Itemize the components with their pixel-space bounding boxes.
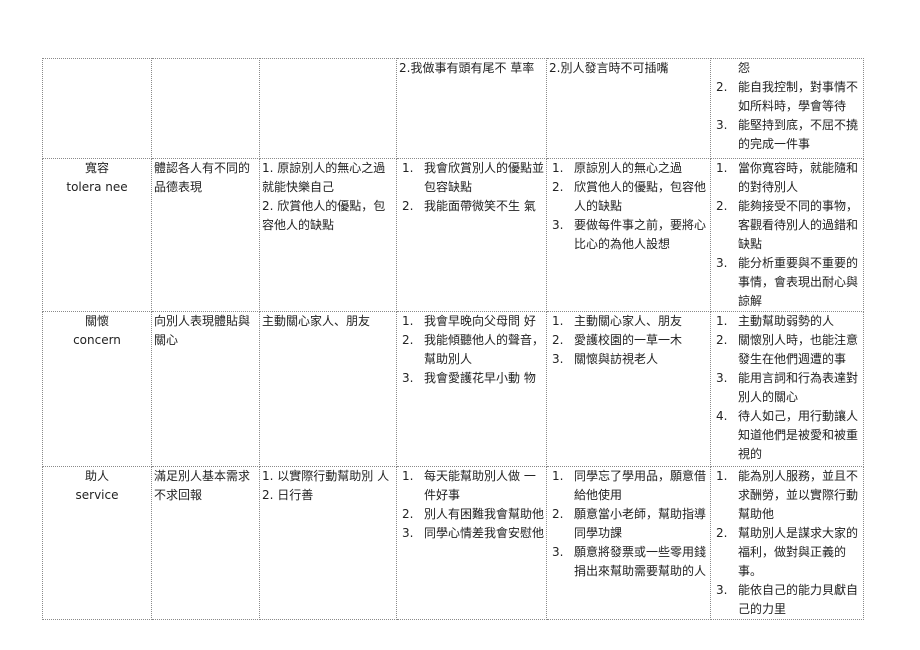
col4-list: 1. 我會欣賞別人的優點並包容缺點 2. 我能面帶微笑不生 氣	[399, 160, 545, 217]
list-item: 2. 能自我控制，對事情不如所料時，學會等待	[716, 80, 859, 113]
col4-cell: 1. 我會早晚向父母問 好 2. 我能傾聽他人的聲音，幫助別人 3. 我會愛護花早小動…	[396, 311, 547, 467]
list-item: 2. 願意當小老師，幫助指導同學功課	[552, 507, 707, 540]
list-item: 2. 幫助別人是謀求大家的福利，做對與正義的事。	[716, 526, 859, 578]
col6-list: 2. 能自我控制，對事情不如所料時，學會等待 3. 能堅持到底，不屈不撓的完成一件事	[713, 78, 861, 154]
list-item: 4. 待人如己，用行動讓人知道他們是被愛和被重視的	[716, 409, 859, 461]
col5-cell: 1. 原諒別人的無心之過 2. 欣賞他人的優點，包容他人的缺點 3. 要做每件事之前，…	[546, 158, 711, 312]
virtue-en: service	[75, 488, 119, 502]
col6-continuation: 怨	[738, 61, 751, 75]
list-item: 3. 要做每件事之前，要將心比心的為他人設想	[552, 218, 707, 251]
col4-list: 1. 我會早晚向父母問 好 2. 我能傾聽他人的聲音，幫助別人 3. 我會愛護花早小動…	[399, 313, 545, 389]
list-item: 3. 能堅持到底，不屈不撓的完成一件事	[716, 118, 859, 151]
list-item: 2. 別人有困難我會幫助他	[402, 507, 545, 521]
virtue-en: concern	[73, 333, 121, 347]
col6-cell: 1. 能為別人服務，並且不求酬勞，並以實際行動幫助他 2. 幫助別人是謀求大家的福利…	[710, 466, 864, 620]
col5-list: 1. 主動關心家人、朋友 2. 愛護校園的一草一木 3. 關懷與訪視老人	[549, 313, 708, 370]
col6-list: 1. 主動幫助弱勢的人 2. 關懷別人時，也能注意發生在他們週遭的事 3. 能用言詞和…	[713, 313, 861, 465]
list-item: 3. 能用言詞和行為表達對別人的關心	[716, 371, 859, 404]
col5-cell: 1. 主動關心家人、朋友 2. 愛護校園的一草一木 3. 關懷與訪視老人	[546, 311, 711, 467]
list-item: 1. 主動關心家人、朋友	[552, 314, 683, 328]
definition-text: 滿足別人基本需求不求回報	[154, 469, 251, 502]
definition-cell: 向別人表現體貼與關心	[151, 311, 260, 467]
virtue-table: 2.我做事有頭有尾不 草率 2.別人發言時不可插嘴 怨 2. 能自我控制，對事情不…	[42, 58, 864, 620]
col5-cell: 1. 同學忘了學用品，願意借給他使用 2. 願意當小老師，幫助指導同學功課 3. 願意…	[546, 466, 711, 620]
goals-cell: 1. 原諒別人的無心之過就能快樂自己 2. 欣賞他人的優點，包容他人的缺點	[259, 158, 397, 312]
goals-cell: 1. 以實際行動幫助別 人 2. 日行善	[259, 466, 397, 620]
virtue-cell: 助人 service	[42, 466, 152, 620]
goal-item: 2. 欣賞他人的優點，包容他人的缺點	[262, 199, 386, 232]
list-item: 1. 我會欣賞別人的優點並包容缺點	[402, 161, 545, 194]
col6-list: 1. 當你寬容時，就能隨和的對待別人 2. 能夠接受不同的事物，客觀看待別人的過錯和…	[713, 160, 861, 311]
col5-text: 2.別人發言時不可插嘴	[549, 61, 669, 75]
list-item: 2. 我能面帶微笑不生 氣	[402, 199, 536, 213]
virtue-cell: 寬容 tolera nee	[42, 158, 152, 312]
goal-item: 主動關心家人、朋友	[262, 314, 371, 328]
list-item: 2. 欣賞他人的優點，包容他人的缺點	[552, 180, 707, 213]
table-row-service: 助人 service 滿足別人基本需求不求回報 1. 以實際行動幫助別 人 2.…	[42, 466, 864, 620]
table-row-tolerance: 寬容 tolera nee 體認各人有不同的品德表現 1. 原諒別人的無心之過就…	[42, 158, 864, 312]
table-row-concern: 關懷 concern 向別人表現體貼與關心 主動關心家人、朋友 1. 我會早晚向父…	[42, 311, 864, 467]
col5-cell: 2.別人發言時不可插嘴	[546, 58, 711, 159]
definition-text: 體認各人有不同的品德表現	[154, 161, 251, 194]
list-item: 1. 每天能幫助別人做 一件好事	[402, 469, 536, 502]
list-item: 3. 能依自己的能力貝獻自己的力里	[716, 583, 859, 616]
list-item: 1. 同學忘了學用品，願意借給他使用	[552, 469, 707, 502]
goal-item: 1. 以實際行動幫助別 人	[262, 469, 390, 483]
col6-cell: 1. 主動幫助弱勢的人 2. 關懷別人時，也能注意發生在他們週遭的事 3. 能用言詞和…	[710, 311, 864, 467]
list-item: 1. 主動幫助弱勢的人	[716, 314, 835, 328]
col5-list: 1. 同學忘了學用品，願意借給他使用 2. 願意當小老師，幫助指導同學功課 3. 願意…	[549, 468, 708, 582]
col4-list: 1. 每天能幫助別人做 一件好事 2. 別人有困難我會幫助他 3. 同學心情差我會安慰…	[399, 468, 545, 544]
virtue-zh: 寬容	[84, 161, 109, 175]
goal-item: 2. 日行善	[262, 488, 314, 502]
list-item: 3. 同學心情差我會安慰他	[402, 526, 545, 540]
col6-list: 1. 能為別人服務，並且不求酬勞，並以實際行動幫助他 2. 幫助別人是謀求大家的福利…	[713, 468, 861, 619]
definition-cell: 體認各人有不同的品德表現	[151, 158, 260, 312]
table-row-continuation: 2.我做事有頭有尾不 草率 2.別人發言時不可插嘴 怨 2. 能自我控制，對事情不…	[42, 58, 864, 159]
list-item: 1. 能為別人服務，並且不求酬勞，並以實際行動幫助他	[716, 469, 859, 521]
goals-cell	[259, 58, 397, 159]
col4-cell: 1. 我會欣賞別人的優點並包容缺點 2. 我能面帶微笑不生 氣	[396, 158, 547, 312]
virtue-zh: 關懷	[84, 314, 109, 328]
col4-cell: 1. 每天能幫助別人做 一件好事 2. 別人有困難我會幫助他 3. 同學心情差我會安慰…	[396, 466, 547, 620]
list-item: 3. 能分析重要與不重要的事情，會表現出耐心與諒解	[716, 256, 859, 308]
list-item: 2. 愛護校園的一草一木	[552, 333, 683, 347]
goals-cell: 主動關心家人、朋友	[259, 311, 397, 467]
col4-cell: 2.我做事有頭有尾不 草率	[396, 58, 547, 159]
list-item: 2. 我能傾聽他人的聲音，幫助別人	[402, 333, 545, 366]
definition-text: 向別人表現體貼與關心	[154, 314, 251, 347]
list-item: 1. 原諒別人的無心之過	[552, 161, 683, 175]
definition-cell	[151, 58, 260, 159]
col5-list: 1. 原諒別人的無心之過 2. 欣賞他人的優點，包容他人的缺點 3. 要做每件事之前，…	[549, 160, 708, 255]
list-item: 3. 關懷與訪視老人	[552, 352, 659, 366]
virtue-zh: 助人	[84, 469, 109, 483]
goal-item: 1. 原諒別人的無心之過就能快樂自己	[262, 161, 386, 194]
list-item: 1. 當你寬容時，就能隨和的對待別人	[716, 161, 859, 194]
col6-cell: 1. 當你寬容時，就能隨和的對待別人 2. 能夠接受不同的事物，客觀看待別人的過錯和…	[710, 158, 864, 312]
virtue-cell	[42, 58, 152, 159]
list-item: 2. 能夠接受不同的事物，客觀看待別人的過錯和缺點	[716, 199, 859, 251]
virtue-cell: 關懷 concern	[42, 311, 152, 467]
list-item: 3. 我會愛護花早小動 物	[402, 371, 536, 385]
list-item: 2. 關懷別人時，也能注意發生在他們週遭的事	[716, 333, 859, 366]
col6-cell: 怨 2. 能自我控制，對事情不如所料時，學會等待 3. 能堅持到底，不屈不撓的完成一…	[710, 58, 864, 159]
list-item: 3. 願意將發票或一些零用錢捐出來幫助需要幫助的人	[552, 545, 707, 578]
list-item: 1. 我會早晚向父母問 好	[402, 314, 536, 328]
definition-cell: 滿足別人基本需求不求回報	[151, 466, 260, 620]
col4-text: 2.我做事有頭有尾不 草率	[399, 61, 535, 75]
virtue-en: tolera nee	[66, 180, 128, 194]
